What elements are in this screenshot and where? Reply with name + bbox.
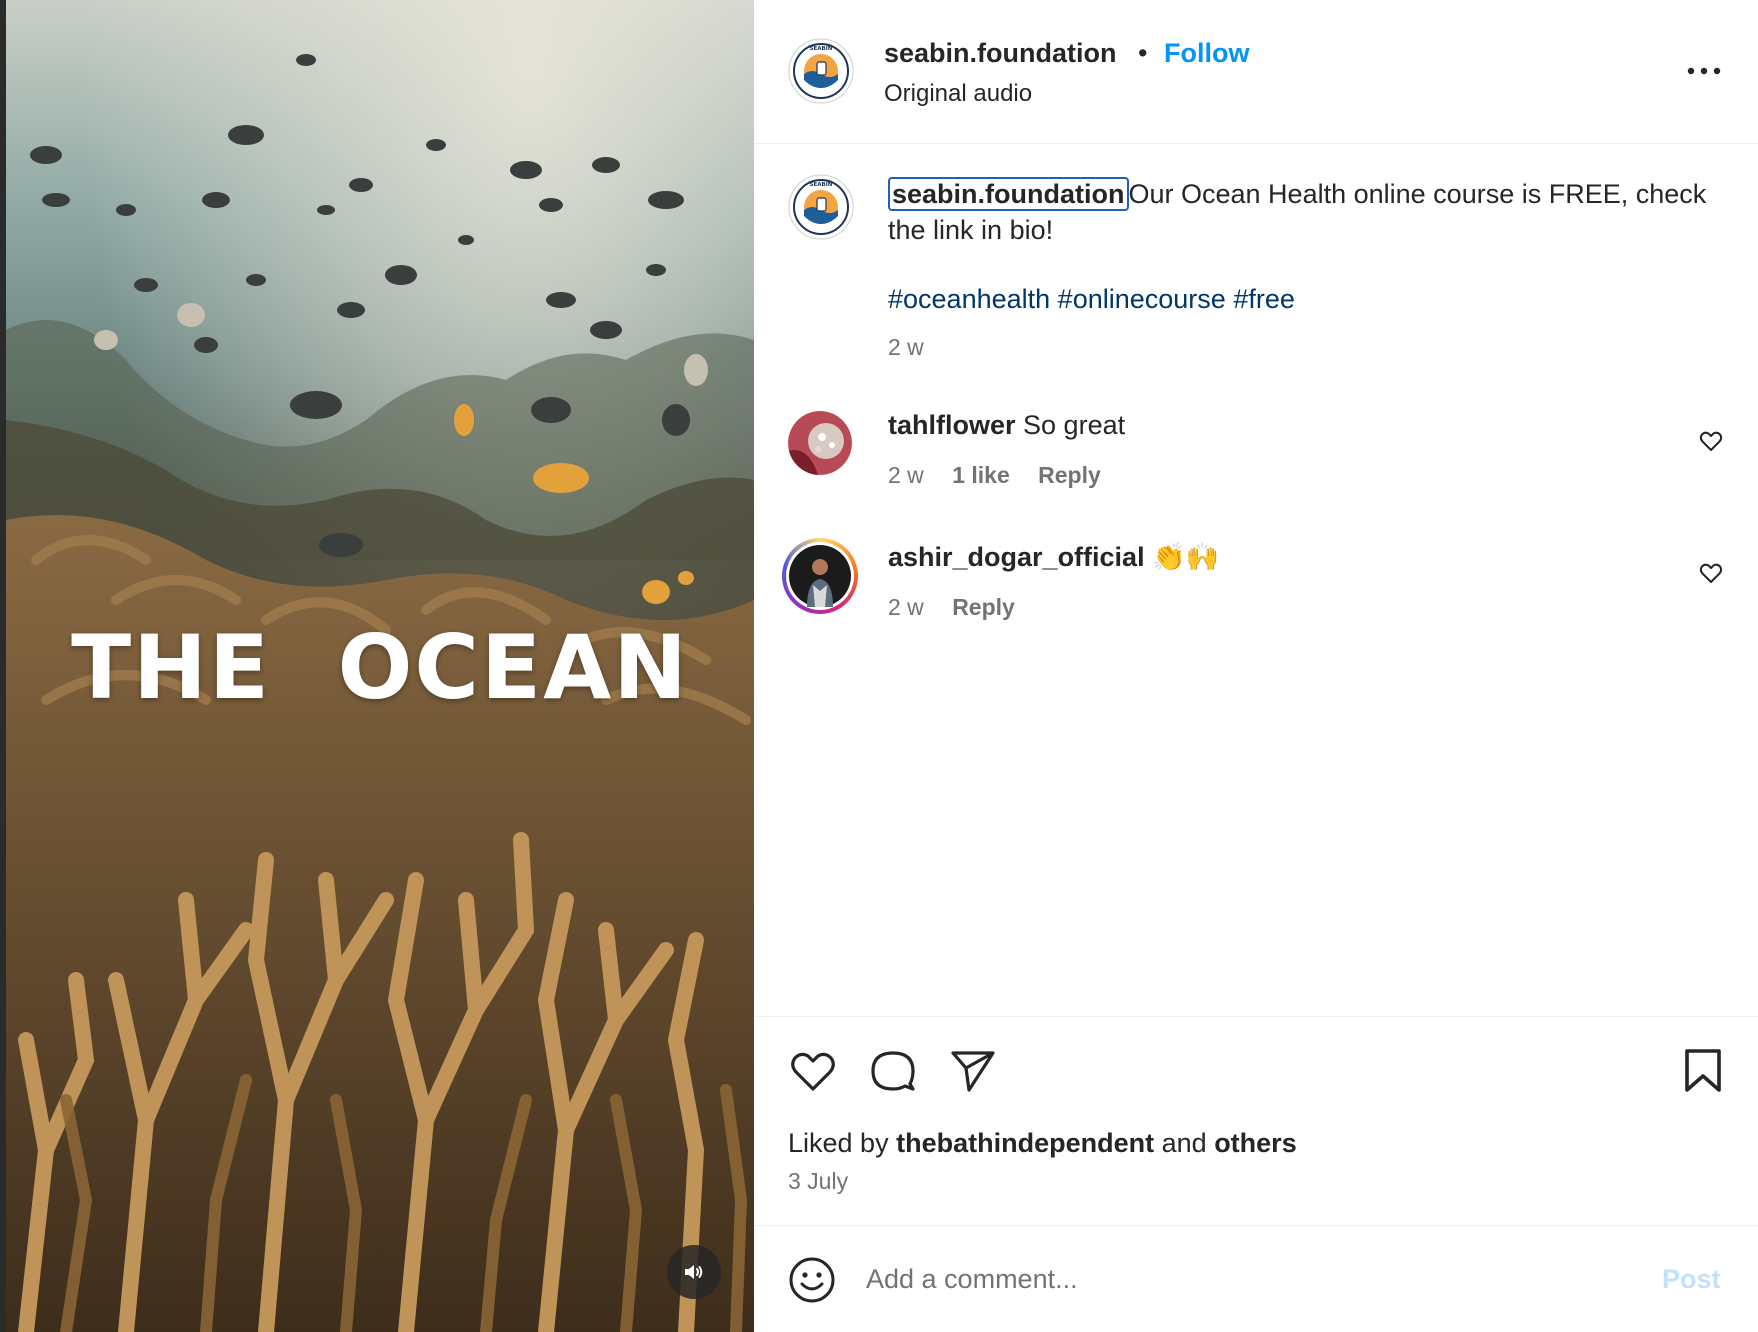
like-button[interactable] bbox=[788, 1046, 838, 1096]
seabin-logo-avatar[interactable]: SEABIN bbox=[788, 38, 854, 104]
svg-text:SEABIN: SEABIN bbox=[810, 46, 833, 52]
seabin-logo-icon: SEABIN bbox=[788, 174, 854, 240]
comment-bubble-icon bbox=[871, 1051, 915, 1091]
caption-text: seabin.foundation Our Ocean Health online… bbox=[888, 176, 1718, 248]
user-avatar-photo bbox=[788, 411, 852, 475]
emoji-picker-button[interactable] bbox=[788, 1256, 836, 1304]
liked-by-prefix: Liked by bbox=[788, 1128, 889, 1158]
comment-username-link[interactable]: tahlflower bbox=[888, 410, 1016, 440]
comment-text: ashir_dogar_official 👏🙌 bbox=[888, 541, 1219, 573]
comment-reply-button[interactable]: Reply bbox=[1038, 462, 1101, 488]
svg-text:SEABIN: SEABIN bbox=[810, 182, 833, 188]
comment-text: tahlflower So great bbox=[888, 410, 1125, 441]
comment-meta: 2 w Reply bbox=[888, 594, 1037, 621]
share-button[interactable] bbox=[948, 1046, 998, 1096]
comment-avatar-story-ring[interactable] bbox=[782, 538, 858, 614]
follow-button[interactable]: Follow bbox=[1164, 38, 1249, 69]
mute-toggle-button[interactable] bbox=[667, 1245, 721, 1299]
hashtag-link[interactable]: #onlinecourse bbox=[1058, 284, 1226, 314]
post-details-panel: SEABIN seabin.foundation • Follow Origin… bbox=[754, 0, 1758, 1332]
comment-likes-link[interactable]: 1 like bbox=[952, 462, 1010, 488]
original-audio-link[interactable]: Original audio bbox=[884, 80, 1032, 108]
comment-button[interactable] bbox=[868, 1046, 918, 1096]
comment-username-link[interactable]: ashir_dogar_official bbox=[888, 542, 1145, 572]
comment-body: 👏🙌 bbox=[1152, 542, 1220, 572]
add-comment-input[interactable] bbox=[866, 1254, 1626, 1304]
comment-meta: 2 w 1 like Reply bbox=[888, 462, 1123, 489]
bookmark-icon bbox=[1685, 1049, 1721, 1092]
heart-outline-icon bbox=[1699, 563, 1723, 583]
volume-icon bbox=[685, 1265, 703, 1279]
hashtag-link[interactable]: #free bbox=[1233, 284, 1295, 314]
comment-like-button[interactable] bbox=[1698, 428, 1724, 454]
caption-avatar[interactable]: SEABIN bbox=[788, 174, 854, 240]
hashtag-link[interactable]: #oceanhealth bbox=[888, 284, 1050, 314]
save-button[interactable] bbox=[1678, 1046, 1728, 1096]
liked-by-others-link[interactable]: others bbox=[1214, 1128, 1297, 1158]
user-avatar-photo bbox=[789, 545, 851, 607]
seabin-logo-icon: SEABIN bbox=[788, 38, 854, 104]
post-header: SEABIN seabin.foundation • Follow Origin… bbox=[754, 0, 1758, 144]
post-media[interactable]: THE OCEAN bbox=[6, 0, 754, 1332]
send-paper-plane-icon bbox=[951, 1051, 995, 1092]
comment-avatar[interactable] bbox=[788, 411, 852, 475]
post-date: 3 July bbox=[788, 1168, 849, 1194]
more-horizontal-icon bbox=[1687, 67, 1721, 75]
comment-like-button[interactable] bbox=[1698, 560, 1724, 586]
more-options-button[interactable] bbox=[1674, 56, 1734, 86]
header-username-link[interactable]: seabin.foundation bbox=[884, 38, 1117, 69]
caption-timestamp: 2 w bbox=[888, 334, 924, 360]
comment-body: So great bbox=[1023, 410, 1126, 440]
caption-hashtags: #oceanhealth #onlinecourse #free bbox=[888, 284, 1295, 315]
caption-username-link[interactable]: seabin.foundation bbox=[888, 177, 1129, 211]
video-overlay-title: THE OCEAN bbox=[71, 616, 689, 719]
liked-by-line: Liked by thebathindependent and others bbox=[788, 1128, 1297, 1159]
liked-by-user-link[interactable]: thebathindependent bbox=[896, 1128, 1154, 1158]
add-comment-bar: Post bbox=[754, 1225, 1758, 1332]
header-separator-dot: • bbox=[1138, 38, 1148, 68]
actions-divider bbox=[754, 1016, 1758, 1017]
comment-timestamp: 2 w bbox=[888, 462, 924, 488]
heart-outline-icon bbox=[1699, 431, 1723, 451]
heart-outline-icon bbox=[791, 1052, 835, 1091]
comment-reply-button[interactable]: Reply bbox=[952, 594, 1015, 620]
liked-by-and: and bbox=[1161, 1128, 1207, 1158]
post-comment-button[interactable]: Post bbox=[1662, 1264, 1721, 1295]
comment-timestamp: 2 w bbox=[888, 594, 924, 620]
smiley-icon bbox=[789, 1257, 835, 1303]
